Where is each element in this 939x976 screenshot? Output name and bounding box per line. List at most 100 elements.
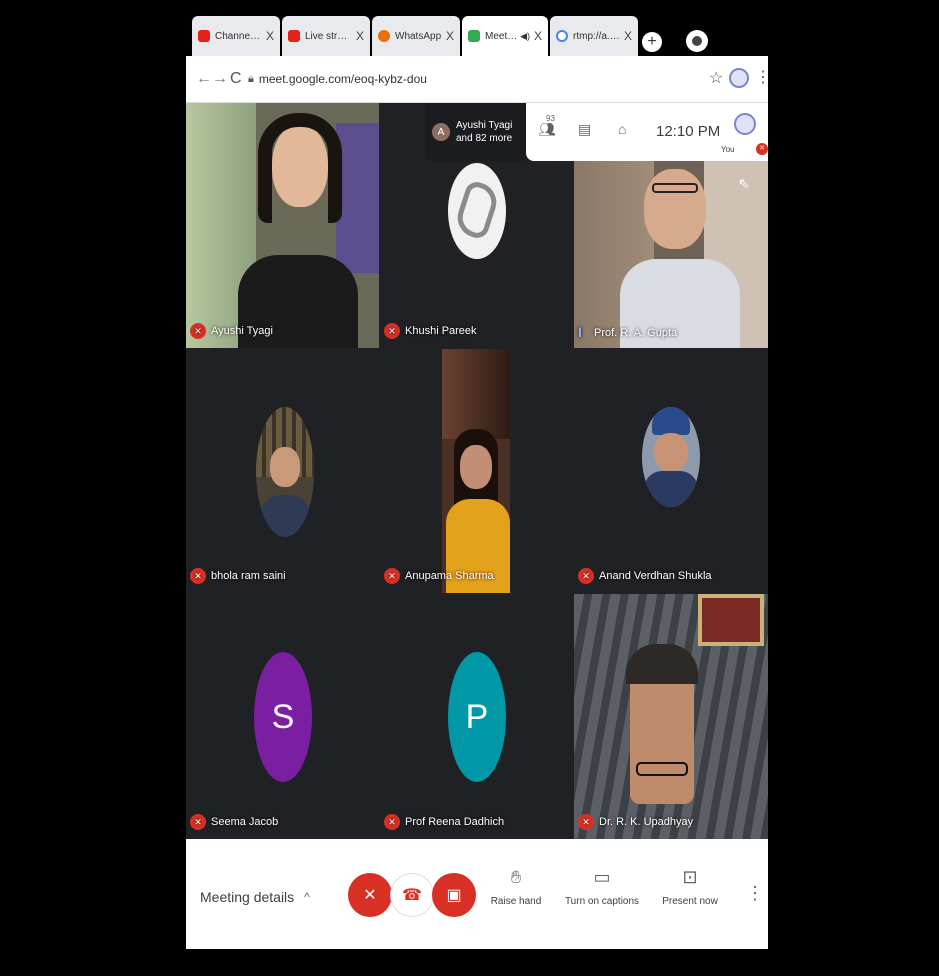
tab-channel-dashboard[interactable]: Channel dashbo X	[192, 16, 280, 56]
participant-body	[260, 495, 310, 537]
captions-label: Turn on captions	[564, 896, 640, 907]
tab-rtmp[interactable]: rtmp://a.rtmp.yo X	[550, 16, 638, 56]
chrome-profile-icon[interactable]	[686, 30, 708, 52]
participant-face	[644, 169, 706, 249]
meeting-details-label: Meeting details	[200, 889, 295, 905]
participant-name-label: ✕ Khushi Pareek	[384, 323, 477, 339]
logo-shape	[452, 179, 502, 241]
more-options-icon[interactable]: ⋮	[746, 883, 764, 904]
self-avatar[interactable]	[734, 113, 756, 135]
participant-body	[644, 471, 698, 507]
participant-name-label: ✕ Seema Jacob	[190, 814, 278, 830]
participant-avatar	[256, 407, 314, 537]
captions-button[interactable]: ▭ Turn on captions	[562, 867, 642, 907]
mic-off-icon: ✕	[190, 568, 206, 584]
screen-frame: Channel dashbo X Live streaming - X What…	[0, 0, 939, 976]
meet-favicon-icon	[468, 30, 480, 42]
back-arrow-icon[interactable]: ←	[196, 70, 212, 88]
participant-name-label: ||| Prof. R. A. Gupta	[578, 327, 678, 339]
active-speaker-chip[interactable]: A Ayushi Tyagi and 82 more	[426, 103, 532, 161]
letterbox-left	[0, 0, 186, 976]
cap	[652, 407, 690, 435]
mic-off-icon: ✕	[190, 814, 206, 830]
mic-toggle-button[interactable]: ✕	[348, 873, 392, 917]
participant-tile[interactable]: S ✕ Seema Jacob	[186, 594, 379, 839]
tab-title: rtmp://a.rtmp.yo	[573, 30, 620, 42]
present-icon: ⊡	[682, 867, 698, 887]
google-favicon-icon	[556, 30, 568, 42]
bookmark-star-icon[interactable]: ☆	[709, 68, 723, 88]
participant-tile[interactable]: ✕ Dr. R. K. Upadhyay	[574, 594, 768, 839]
participant-hair	[258, 113, 342, 223]
leave-call-button[interactable]: ☎︎	[390, 873, 434, 917]
reload-icon[interactable]: C	[230, 70, 242, 88]
mic-off-icon: ✕	[578, 814, 594, 830]
raise-hand-button[interactable]: ✋︎ Raise hand	[476, 867, 556, 907]
participant-tile[interactable]: ✕ Ayushi Tyagi	[186, 103, 379, 348]
participant-tile[interactable]: P ✕ Prof Reena Dadhich	[380, 594, 573, 839]
clock: 12:10 PM	[656, 123, 721, 140]
account-avatar-icon[interactable]	[729, 68, 749, 88]
browser-address-bar: ← → C 🔒︎ meet.google.com/eoq-kybz-dou ☆ …	[186, 56, 771, 103]
close-icon[interactable]: X	[356, 29, 364, 43]
mic-off-icon: ✕	[190, 323, 206, 339]
forward-arrow-icon[interactable]: →	[212, 70, 228, 88]
youtube-favicon-icon	[198, 30, 210, 42]
close-icon[interactable]: X	[624, 29, 632, 43]
new-tab-button[interactable]: +	[642, 32, 662, 52]
present-label: Present now	[662, 896, 718, 907]
participant-tile[interactable]: ✕ bhola ram saini	[186, 349, 379, 593]
participant-name-label: ✕ bhola ram saini	[190, 568, 286, 584]
people-count: 93	[546, 114, 555, 123]
participant-tile[interactable]: ✕ Anupama Sharma	[380, 349, 573, 593]
chevron-up-icon: ^	[304, 890, 310, 904]
meet-video-grid: ✕ Ayushi Tyagi ✕ Khushi Pareek ||| Prof. R.…	[186, 103, 768, 949]
letterbox-bottom	[0, 949, 939, 976]
activities-icon[interactable]: ⌂	[618, 121, 626, 137]
glasses	[636, 762, 688, 776]
participant-name-label: ✕ Anupama Sharma	[384, 568, 494, 584]
letter-avatar: S	[254, 652, 312, 782]
captions-icon: ▭	[593, 867, 611, 887]
participant-avatar	[642, 407, 700, 507]
self-label: You	[721, 145, 735, 154]
camera-toggle-button[interactable]: ▣	[432, 873, 476, 917]
participant-face	[460, 445, 492, 489]
room-background	[442, 349, 510, 439]
participant-face	[270, 447, 300, 487]
url-field[interactable]: 🔒︎ meet.google.com/eoq-kybz-dou	[248, 67, 718, 91]
youtube-favicon-icon	[288, 30, 300, 42]
close-icon[interactable]: X	[534, 29, 542, 43]
audio-wave-icon: |||	[578, 327, 582, 338]
close-icon[interactable]: X	[266, 29, 274, 43]
phone-hangup-icon: ☎︎	[402, 887, 422, 904]
lock-icon: 🔒︎	[248, 72, 254, 85]
participant-face	[654, 433, 688, 471]
tab-whatsapp[interactable]: WhatsApp X	[372, 16, 460, 56]
speaker-info-text: Ayushi Tyagi and 82 more	[456, 120, 513, 144]
meet-control-bar: Meeting details ^ ✕ ☎︎ ▣ ✋︎ Raise hand ▭ T…	[186, 839, 768, 949]
participant-name-label: ✕ Prof Reena Dadhich	[384, 814, 504, 830]
participant-avatar	[448, 163, 506, 259]
picture-frame	[698, 594, 764, 646]
close-icon[interactable]: X	[446, 29, 454, 43]
wall-background	[336, 123, 379, 273]
tab-title: Channel dashbo	[215, 30, 262, 42]
mic-off-icon: ✕	[756, 143, 768, 155]
tab-title: Live streaming -	[305, 30, 352, 42]
tab-title: WhatsApp	[395, 30, 442, 42]
present-now-button[interactable]: ⊡ Present now	[650, 867, 730, 907]
raise-hand-label: Raise hand	[490, 896, 542, 907]
chat-icon[interactable]: ▤	[578, 121, 591, 138]
tab-live-streaming[interactable]: Live streaming - X	[282, 16, 370, 56]
participant-name-label: ✕ Dr. R. K. Upadhyay	[578, 814, 693, 830]
mouse-cursor-icon: ⇖	[738, 175, 750, 191]
participant-tile[interactable]: ✕ Anand Verdhan Shukla	[574, 349, 768, 593]
people-icon[interactable]: 👥︎	[538, 121, 556, 138]
tab-meet[interactable]: Meet - eoq- ◀) X	[462, 16, 548, 56]
browser-tab-bar: Channel dashbo X Live streaming - X What…	[186, 10, 768, 56]
participant-video	[442, 349, 510, 593]
meeting-details-button[interactable]: Meeting details ^	[200, 889, 310, 905]
kebab-menu-icon[interactable]: ⋮	[755, 67, 771, 87]
letter-avatar: P	[448, 652, 506, 782]
